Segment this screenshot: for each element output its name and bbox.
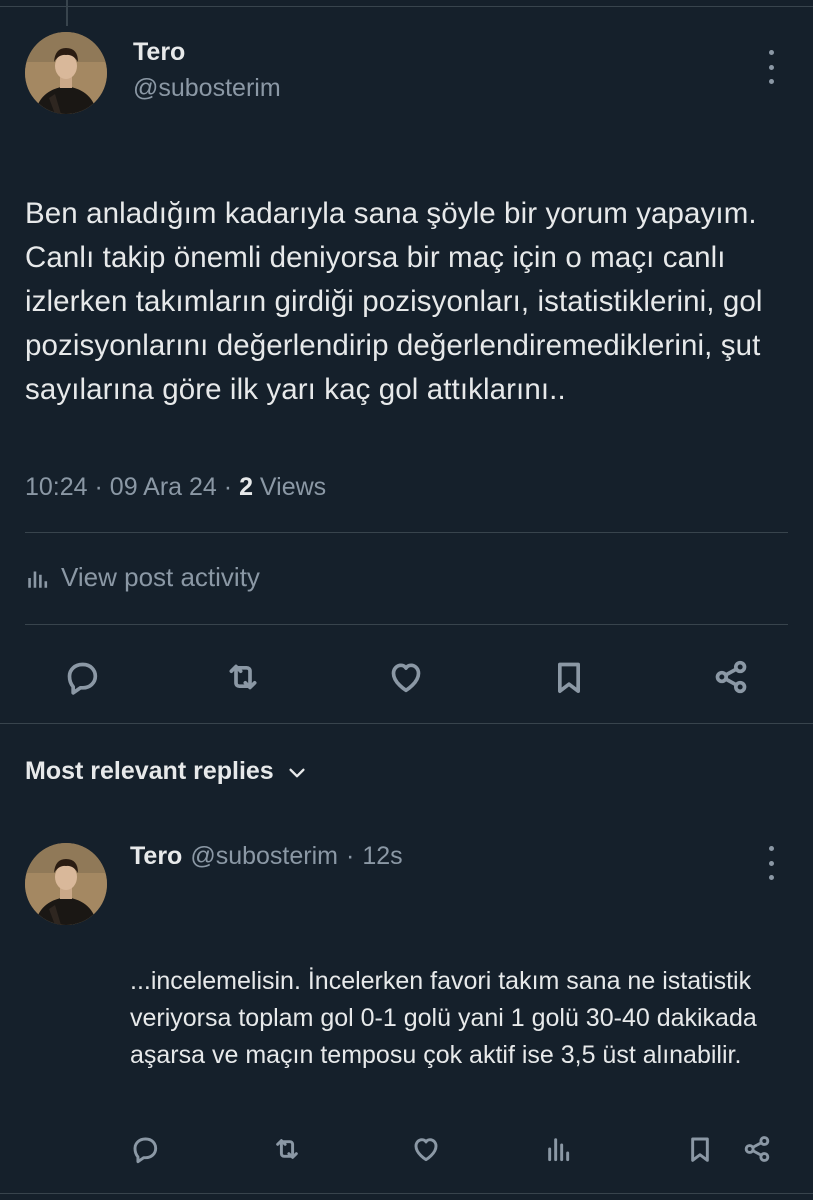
post-text: Ben anladığım kadarıyla sana şöyle bir y… xyxy=(25,197,763,406)
post-author-name[interactable]: Tero xyxy=(133,38,185,67)
post-meta: 10:24 · 09 Ara 24 · 2 Views xyxy=(25,473,326,502)
avatar[interactable] xyxy=(25,32,107,114)
divider xyxy=(25,624,788,625)
thread-connector-line xyxy=(66,0,68,26)
reply-bookmark-button[interactable] xyxy=(682,1131,718,1167)
reply-time[interactable]: 12s xyxy=(362,842,402,871)
meta-separator: · xyxy=(223,473,233,501)
reply-author-name[interactable]: Tero xyxy=(130,842,182,871)
post-author-handle[interactable]: @subosterim xyxy=(133,74,281,103)
reply-button[interactable] xyxy=(60,655,104,699)
reply-like-button[interactable] xyxy=(408,1131,444,1167)
post-date[interactable]: 09 Ara 24 xyxy=(110,473,217,501)
heart-icon xyxy=(391,663,421,693)
bookmark-icon xyxy=(691,1137,709,1162)
reply-avatar[interactable] xyxy=(25,843,107,925)
top-edge xyxy=(0,0,813,26)
avatar-image xyxy=(25,32,107,114)
replies-heading: Most relevant replies xyxy=(25,757,274,785)
bookmark-icon xyxy=(558,662,580,693)
section-divider xyxy=(0,1193,813,1194)
speech-bubble-icon xyxy=(133,1137,158,1164)
views-label: Views xyxy=(259,473,327,501)
reply-share-button[interactable] xyxy=(739,1131,775,1167)
meta-separator: · xyxy=(94,473,103,501)
repost-icon xyxy=(276,1139,298,1159)
top-divider xyxy=(0,6,813,7)
views-count: 2 xyxy=(239,473,253,501)
reply-text: ...incelemelisin. İncelerken favori takı… xyxy=(130,967,757,1069)
view-post-activity-link[interactable]: View post activity xyxy=(25,562,260,593)
reply-header: Tero @subosterim · 12s xyxy=(130,842,403,871)
speech-bubble-icon xyxy=(67,662,98,695)
reply-more-options-icon[interactable] xyxy=(761,846,781,880)
reply-reply-button[interactable] xyxy=(127,1131,163,1167)
analytics-icon xyxy=(28,571,48,588)
share-icon xyxy=(715,660,747,694)
repost-icon xyxy=(229,664,257,690)
more-options-icon[interactable] xyxy=(761,50,781,84)
avatar-image xyxy=(25,843,107,925)
chevron-down-icon xyxy=(289,768,305,777)
reply-repost-button[interactable] xyxy=(269,1131,305,1167)
analytics-icon xyxy=(548,1138,570,1162)
section-divider xyxy=(0,723,813,724)
post-time[interactable]: 10:24 xyxy=(25,473,88,501)
divider xyxy=(25,532,788,533)
reply-analytics-button[interactable] xyxy=(541,1131,577,1167)
bookmark-button[interactable] xyxy=(547,655,591,699)
repost-button[interactable] xyxy=(221,655,265,699)
share-icon xyxy=(744,1136,770,1162)
replies-sort-selector[interactable]: Most relevant replies xyxy=(25,757,308,786)
heart-icon xyxy=(414,1138,438,1162)
like-button[interactable] xyxy=(384,655,428,699)
activity-label: View post activity xyxy=(61,562,260,592)
reply-separator: · xyxy=(345,842,355,870)
reply-author-handle[interactable]: @subosterim xyxy=(190,842,338,871)
share-button[interactable] xyxy=(709,655,753,699)
